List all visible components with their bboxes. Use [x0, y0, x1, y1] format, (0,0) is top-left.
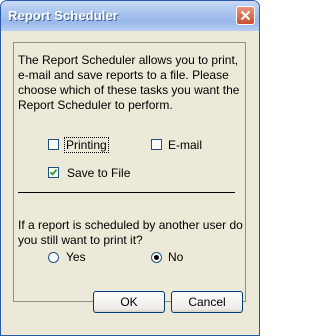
reprint-question: If a report is scheduled by another user…	[18, 218, 243, 247]
yes-label[interactable]: Yes	[66, 250, 86, 264]
ok-button[interactable]: OK	[93, 291, 165, 313]
no-radio[interactable]	[151, 252, 162, 263]
report-scheduler-dialog: Report Scheduler The Report Scheduler al…	[0, 0, 260, 336]
description-text: The Report Scheduler allows you to print…	[18, 53, 240, 112]
close-button[interactable]	[236, 6, 255, 25]
printing-checkbox[interactable]	[48, 139, 59, 150]
cancel-button[interactable]: Cancel	[171, 291, 243, 313]
radio-selected-dot	[154, 255, 159, 260]
save-to-file-label[interactable]: Save to File	[67, 166, 130, 180]
printing-label-text: Printing	[64, 137, 109, 153]
window-title: Report Scheduler	[8, 8, 118, 23]
title-bar[interactable]: Report Scheduler	[1, 1, 259, 31]
printing-label[interactable]: Printing	[64, 137, 109, 153]
save-to-file-checkbox[interactable]	[48, 167, 59, 178]
separator	[18, 192, 235, 193]
check-icon	[49, 169, 58, 176]
email-label[interactable]: E-mail	[168, 138, 202, 152]
close-icon	[240, 10, 251, 21]
email-checkbox[interactable]	[151, 139, 162, 150]
no-label[interactable]: No	[168, 250, 183, 264]
yes-radio[interactable]	[48, 252, 59, 263]
